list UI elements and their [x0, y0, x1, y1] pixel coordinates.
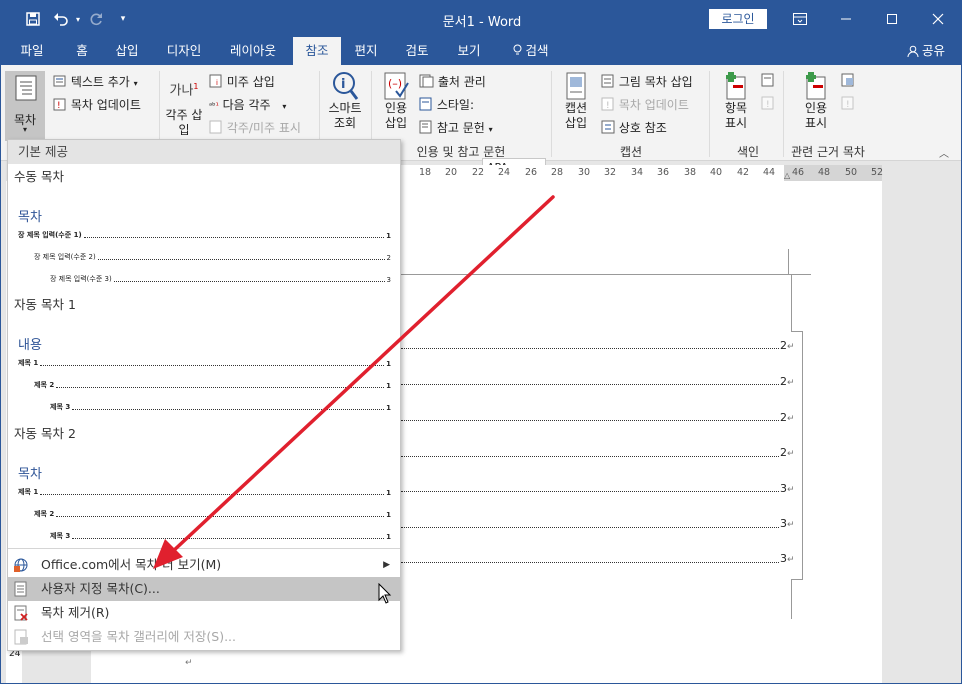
word-window: ▾ ▾ 문서1 - Word 로그인 파일 홈 삽입 디자인 레이아웃 참조 편… [0, 0, 962, 684]
mouse-cursor-icon [378, 583, 392, 604]
annotation-arrow-icon [153, 195, 555, 569]
